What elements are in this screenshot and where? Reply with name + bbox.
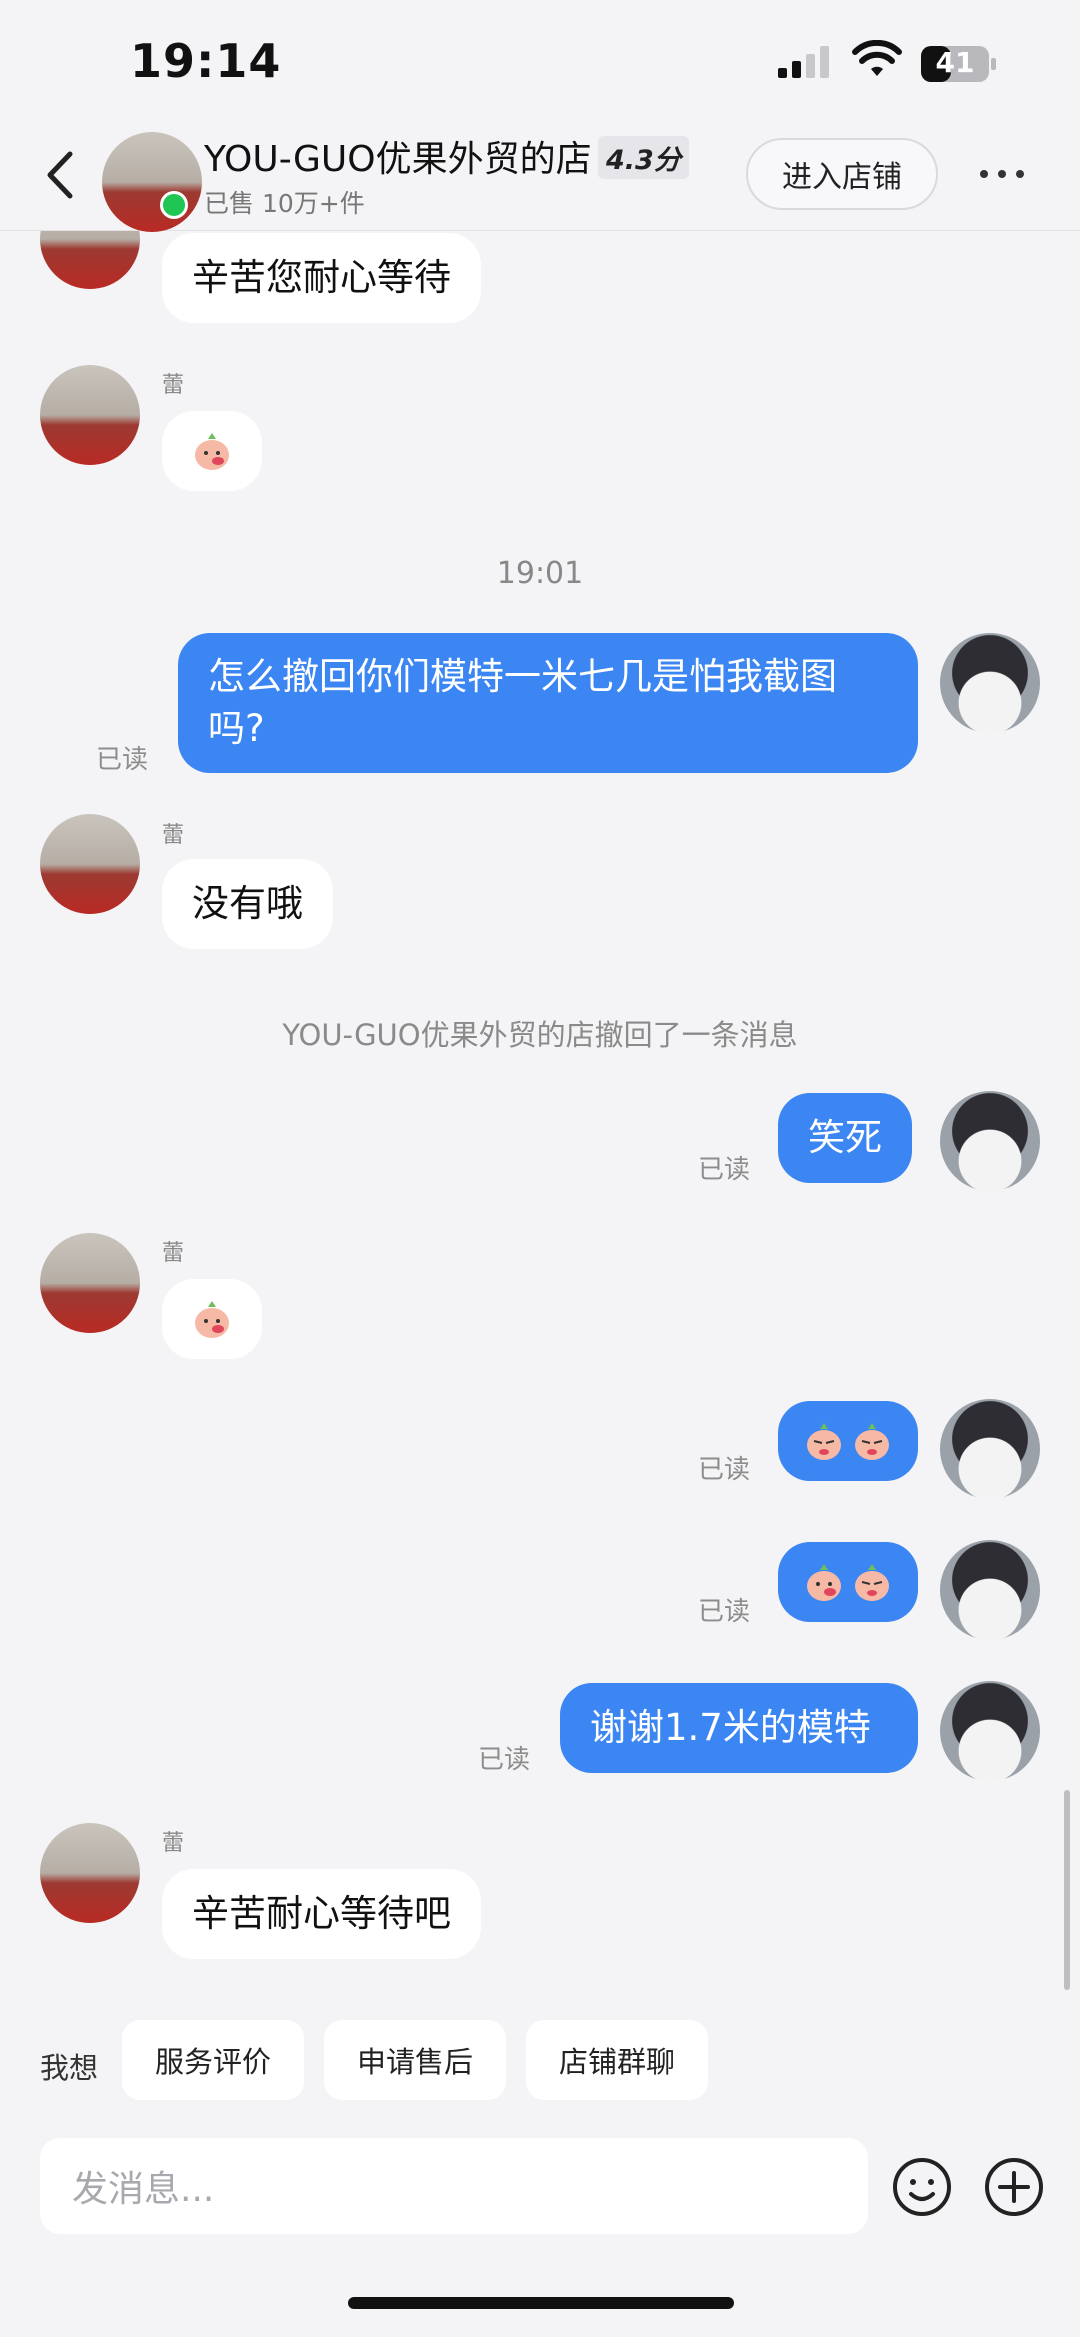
chat-scrollbar[interactable] [1064, 1790, 1070, 1990]
peach-sticker-icon [807, 1423, 841, 1460]
status-time: 19:14 [130, 34, 282, 88]
enter-store-button[interactable]: 进入店铺 [746, 138, 938, 210]
agent-avatar[interactable] [40, 365, 140, 465]
sticker-bubble-incoming[interactable] [162, 1279, 262, 1359]
sold-count: 已售 10万+件 [204, 189, 365, 218]
agent-avatar[interactable] [40, 814, 140, 914]
message-bubble-incoming[interactable]: 辛苦您耐心等待 [162, 233, 481, 323]
read-receipt: 已读 [478, 1745, 531, 1775]
add-icon[interactable] [982, 2155, 1046, 2219]
cellular-signal-icon [778, 46, 829, 78]
peach-sticker-icon [855, 1423, 889, 1460]
user-avatar[interactable] [940, 1399, 1040, 1499]
user-avatar[interactable] [940, 633, 1040, 733]
battery-level: 41 [935, 46, 975, 79]
shop-name[interactable]: YOU-GUO优果外贸的店 [204, 130, 592, 182]
message-bubble-incoming[interactable]: 辛苦耐心等待吧 [162, 1869, 481, 1959]
read-receipt: 已读 [698, 1155, 751, 1185]
sender-name: 蕾 [162, 1241, 185, 1266]
quick-actions-label: 我想 [40, 2051, 99, 2085]
shop-avatar[interactable] [102, 132, 202, 232]
message-bubble-outgoing[interactable]: 笑死 [778, 1093, 912, 1183]
peach-sticker-icon [195, 1301, 229, 1338]
peach-sticker-icon [807, 1564, 841, 1601]
sender-name: 蕾 [162, 823, 185, 848]
emoji-icon[interactable] [890, 2155, 954, 2219]
quick-action-service-review[interactable]: 服务评价 [122, 2020, 304, 2100]
agent-avatar[interactable] [40, 1233, 140, 1333]
shop-rating-badge: 4.3分 [598, 136, 689, 179]
wifi-icon [852, 40, 902, 76]
peach-sticker-icon [195, 433, 229, 470]
battery-icon: 41 [920, 44, 998, 84]
agent-avatar[interactable] [40, 231, 140, 289]
message-input[interactable]: 发消息... [40, 2138, 868, 2234]
sticker-bubble-outgoing[interactable] [778, 1401, 918, 1481]
user-avatar[interactable] [940, 1091, 1040, 1191]
sticker-bubble-outgoing[interactable] [778, 1542, 918, 1622]
user-avatar[interactable] [940, 1681, 1040, 1781]
message-bubble-outgoing[interactable]: 怎么撤回你们模特一米七几是怕我截图吗? [178, 633, 918, 773]
home-indicator [348, 2297, 734, 2309]
more-options-icon[interactable] [980, 160, 1040, 188]
sticker-bubble-incoming[interactable] [162, 411, 262, 491]
message-list[interactable]: 辛苦您耐心等待 蕾 19:01 怎么撤回你们模特一米七几是怕我截图吗? 已读 蕾… [0, 231, 1080, 2001]
read-receipt: 已读 [96, 745, 149, 775]
recall-notice: YOU-GUO优果外贸的店撤回了一条消息 [282, 1018, 798, 1052]
message-bubble-outgoing[interactable]: 谢谢1.7米的模特 [560, 1683, 918, 1773]
timestamp: 19:01 [496, 556, 584, 591]
sender-name: 蕾 [162, 373, 185, 398]
message-bubble-incoming[interactable]: 没有哦 [162, 859, 333, 949]
agent-avatar[interactable] [40, 1823, 140, 1923]
back-icon[interactable] [40, 150, 80, 200]
quick-action-after-sales[interactable]: 申请售后 [324, 2020, 506, 2100]
quick-action-store-group[interactable]: 店铺群聊 [526, 2020, 708, 2100]
user-avatar[interactable] [940, 1540, 1040, 1640]
sender-name: 蕾 [162, 1831, 185, 1856]
peach-sticker-icon [855, 1564, 889, 1601]
read-receipt: 已读 [698, 1597, 751, 1627]
read-receipt: 已读 [698, 1455, 751, 1485]
online-status-dot [160, 191, 188, 219]
